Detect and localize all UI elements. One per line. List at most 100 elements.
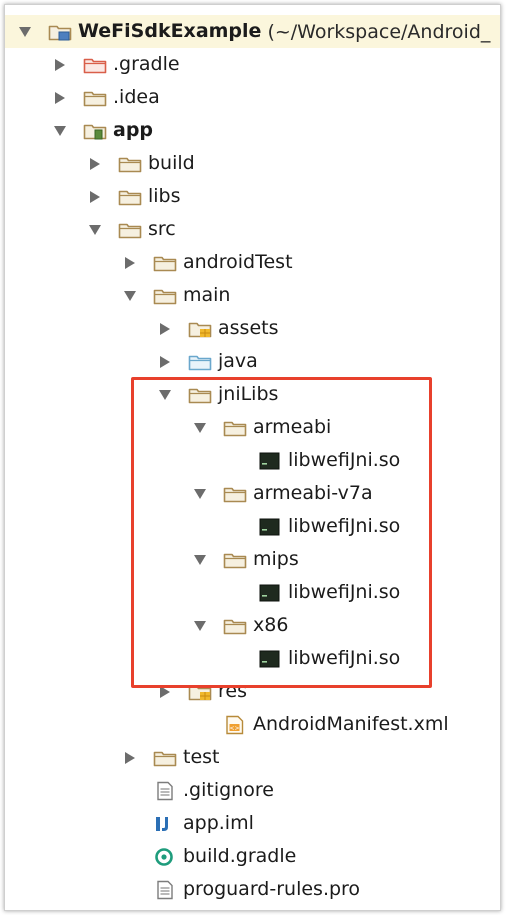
tree-node-assets-9[interactable]: assets <box>5 312 500 345</box>
tree-node-mips-16[interactable]: mips <box>5 543 500 576</box>
gradle-file-icon <box>153 847 177 867</box>
tree-node-label: src <box>148 218 176 240</box>
folder-icon <box>153 748 177 768</box>
tree-node-x86-18[interactable]: x86 <box>5 609 500 642</box>
resource-folder-icon <box>188 319 212 339</box>
folder-icon <box>223 550 247 570</box>
tree-node-libwefijni-so-17[interactable]: libwefiJni.so <box>5 576 500 609</box>
chevron-down-icon[interactable] <box>191 419 209 437</box>
chevron-down-icon[interactable] <box>16 23 34 41</box>
tree-node-label: jniLibs <box>218 383 279 405</box>
folder-icon <box>118 154 142 174</box>
tree-node-java-10[interactable]: java <box>5 345 500 378</box>
text-file-icon <box>153 781 177 801</box>
tree-node-label: libwefiJni.so <box>288 581 401 603</box>
folder-icon <box>188 385 212 405</box>
tree-node-app-iml-24[interactable]: app.iml <box>5 807 500 840</box>
tree-node-label: armeabi-v7a <box>253 482 373 504</box>
tree-node-wefisdkexample-0[interactable]: WeFiSdkExample (~/Workspace/Android_ <box>5 15 500 48</box>
so-file-icon <box>258 649 282 669</box>
chevron-down-icon[interactable] <box>191 617 209 635</box>
tree-node-label: libwefiJni.so <box>288 647 401 669</box>
chevron-right-icon[interactable] <box>86 188 104 206</box>
chevron-right-icon[interactable] <box>156 683 174 701</box>
tree-node-label: armeabi <box>253 416 332 438</box>
excluded-folder-icon <box>83 55 107 75</box>
chevron-right-icon[interactable] <box>51 56 69 74</box>
chevron-down-icon[interactable] <box>51 122 69 140</box>
tree-node-androidmanifest-xml-21[interactable]: <> AndroidManifest.xml <box>5 708 500 741</box>
tree-node-gradle-1[interactable]: .gradle <box>5 48 500 81</box>
chevron-right-icon[interactable] <box>51 89 69 107</box>
tree-node-label: .idea <box>113 86 160 108</box>
chevron-right-icon[interactable] <box>121 254 139 272</box>
source-folder-icon <box>188 352 212 372</box>
tree-node-label: AndroidManifest.xml <box>253 713 449 735</box>
tree-node-test-22[interactable]: test <box>5 741 500 774</box>
tree-node-androidtest-7[interactable]: androidTest <box>5 246 500 279</box>
folder-icon <box>223 418 247 438</box>
chevron-right-icon[interactable] <box>86 155 104 173</box>
tree-node-label: libs <box>148 185 181 207</box>
tree-node-label: libwefiJni.so <box>288 449 401 471</box>
tree-node-label: res <box>218 680 247 702</box>
tree-node-build-gradle-25[interactable]: build.gradle <box>5 840 500 873</box>
tree-node-proguard-rules-pro-26[interactable]: proguard-rules.pro <box>5 873 500 906</box>
text-file-icon <box>153 880 177 900</box>
tree-node-label: x86 <box>253 614 289 636</box>
folder-icon <box>223 616 247 636</box>
folder-icon <box>83 88 107 108</box>
chevron-right-icon[interactable] <box>121 749 139 767</box>
chevron-right-icon[interactable] <box>156 320 174 338</box>
xml-file-icon: <> <box>223 715 247 735</box>
chevron-down-icon[interactable] <box>86 221 104 239</box>
tree-node-libs-5[interactable]: libs <box>5 180 500 213</box>
tree-node-label: assets <box>218 317 279 339</box>
chevron-down-icon[interactable] <box>121 287 139 305</box>
tree-node-label: libwefiJni.so <box>288 515 401 537</box>
tree-node-app-3[interactable]: app <box>5 114 500 147</box>
tree-node-armeabi-12[interactable]: armeabi <box>5 411 500 444</box>
tree-node-build-4[interactable]: build <box>5 147 500 180</box>
tree-node-libwefijni-so-19[interactable]: libwefiJni.so <box>5 642 500 675</box>
tree-node-label: app.iml <box>183 812 254 834</box>
tree-node-libwefijni-so-15[interactable]: libwefiJni.so <box>5 510 500 543</box>
tree-node-res-20[interactable]: res <box>5 675 500 708</box>
tree-node-label: .gitignore <box>183 779 274 801</box>
chevron-down-icon[interactable] <box>191 551 209 569</box>
tree-node-label: WeFiSdkExample <box>78 20 262 42</box>
folder-icon <box>118 187 142 207</box>
tree-node-jnilibs-11[interactable]: jniLibs <box>5 378 500 411</box>
tree-node-idea-2[interactable]: .idea <box>5 81 500 114</box>
chevron-right-icon[interactable] <box>156 353 174 371</box>
chevron-down-icon[interactable] <box>191 485 209 503</box>
tree-node-gitignore-23[interactable]: .gitignore <box>5 774 500 807</box>
project-path: (~/Workspace/Android_ <box>267 20 491 43</box>
svg-text:<>: <> <box>229 725 239 732</box>
tree-node-label: java <box>218 350 258 372</box>
project-folder-icon <box>48 22 72 42</box>
tree-node-label: app <box>113 119 154 141</box>
folder-icon <box>153 253 177 273</box>
chevron-down-icon[interactable] <box>156 386 174 404</box>
tree-node-main-8[interactable]: main <box>5 279 500 312</box>
tree-node-armeabi-v7a-14[interactable]: armeabi-v7a <box>5 477 500 510</box>
tree-node-src-6[interactable]: src <box>5 213 500 246</box>
tree-node-libwefijni-so-13[interactable]: libwefiJni.so <box>5 444 500 477</box>
folder-icon <box>153 286 177 306</box>
tree-node-label: mips <box>253 548 299 570</box>
tree-node-label: build <box>148 152 195 174</box>
tree-node-label: proguard-rules.pro <box>183 878 361 900</box>
iml-file-icon <box>153 814 177 834</box>
so-file-icon <box>258 517 282 537</box>
so-file-icon <box>258 451 282 471</box>
module-folder-icon <box>83 121 107 141</box>
tree-node-label: androidTest <box>183 251 293 273</box>
